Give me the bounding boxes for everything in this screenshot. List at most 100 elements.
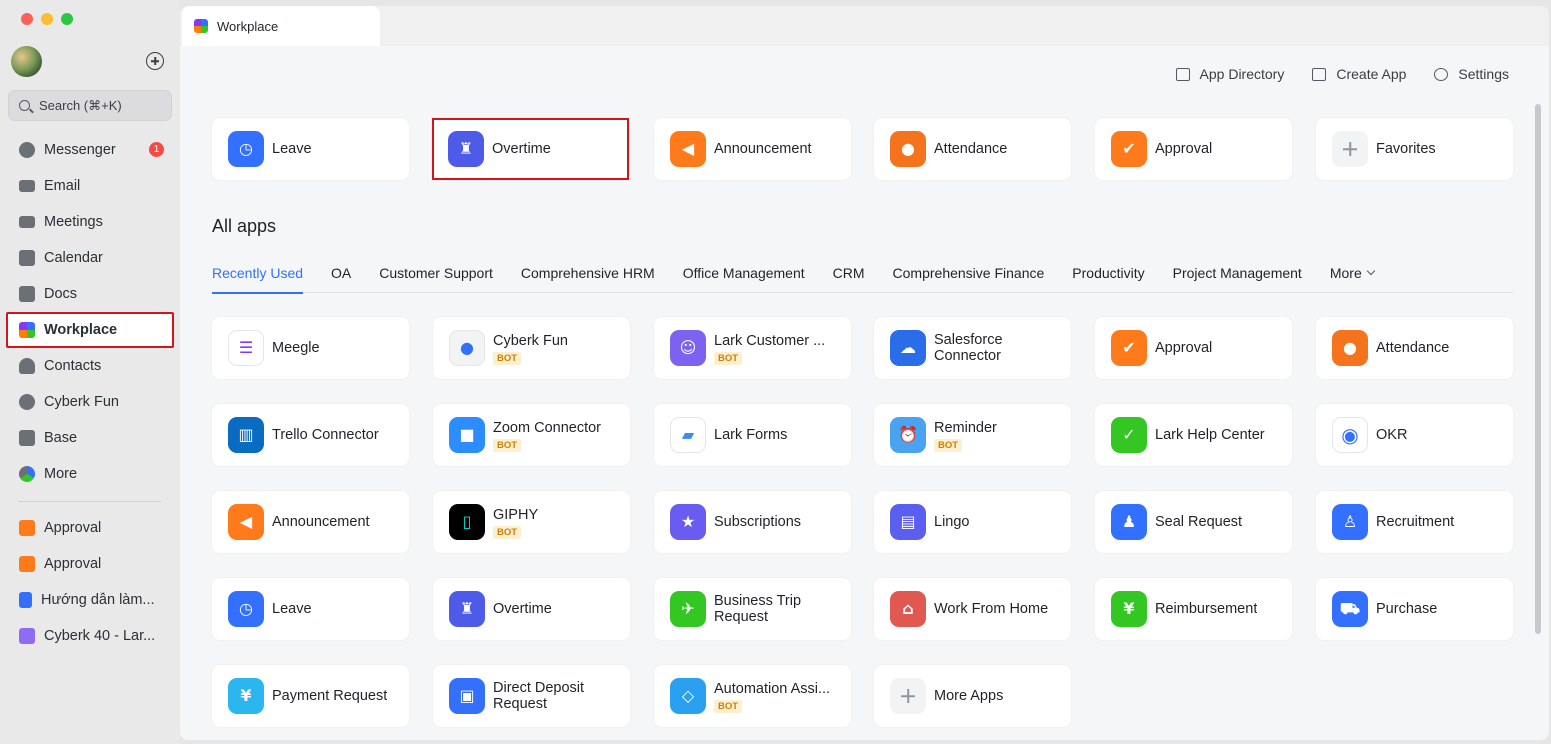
bot-badge: BOT	[934, 438, 963, 452]
favorites-add-button[interactable]: Favorites	[1316, 118, 1513, 180]
app-directory-button[interactable]: App Directory	[1175, 66, 1285, 82]
favorite-app-overtime[interactable]: ♜ Overtime	[432, 118, 629, 180]
app-card-payment-request[interactable]: ¥ Payment Request	[212, 665, 409, 727]
search-input[interactable]: Search (⌘+K)	[8, 90, 172, 121]
sidebar-item-label: Meetings	[44, 214, 103, 230]
app-card-lark-customer[interactable]: ☺ Lark Customer ... BOT	[654, 317, 851, 379]
megaphone-icon: ◀	[670, 131, 706, 167]
more-apps-button[interactable]: More Apps	[874, 665, 1071, 727]
bot-badge: BOT	[493, 351, 522, 365]
approval-check-icon: ✔	[1111, 131, 1147, 167]
gear-icon	[1434, 67, 1449, 81]
app-card-okr[interactable]: ◉ OKR	[1316, 404, 1513, 466]
app-card-giphy[interactable]: ▯ GIPHY BOT	[433, 491, 630, 553]
app-card-work-from-home[interactable]: ⌂ Work From Home	[874, 578, 1071, 640]
close-window-button[interactable]	[21, 13, 33, 25]
app-card-direct-deposit-request[interactable]: ▣ Direct Deposit Request	[433, 665, 630, 727]
app-name: Zoom Connector	[493, 419, 601, 436]
app-card-reminder[interactable]: ⏰ Reminder BOT	[874, 404, 1071, 466]
favorite-app-approval[interactable]: ✔ Approval	[1095, 118, 1292, 180]
app-name: Trello Connector	[272, 427, 379, 443]
minimize-window-button[interactable]	[41, 13, 53, 25]
tab-more[interactable]: More	[1330, 253, 1375, 293]
sidebar-item-base[interactable]: Base	[8, 420, 172, 456]
app-card-reimbursement[interactable]: ¥ Reimbursement	[1095, 578, 1292, 640]
sidebar-item-calendar[interactable]: Calendar	[8, 240, 172, 276]
app-card-leave[interactable]: ◷ Leave	[212, 578, 409, 640]
sidebar-item-label: More	[44, 466, 78, 482]
sidebar-item-messenger[interactable]: Messenger 1	[8, 132, 172, 168]
pinned-item-approval[interactable]: Approval	[8, 510, 172, 546]
app-card-seal-request[interactable]: ♟ Seal Request	[1095, 491, 1292, 553]
settings-button[interactable]: Settings	[1434, 66, 1509, 82]
app-name: Purchase	[1376, 601, 1438, 617]
favorite-app-attendance[interactable]: ● Attendance	[874, 118, 1071, 180]
create-app-button[interactable]: Create App	[1312, 66, 1406, 82]
tab-workplace[interactable]: Workplace	[182, 6, 380, 46]
app-name: Approval	[1155, 141, 1213, 157]
app-name: Automation Assi...	[714, 680, 831, 697]
clock-icon: ◷	[228, 591, 264, 627]
tab-comprehensive-finance[interactable]: Comprehensive Finance	[893, 253, 1045, 293]
app-card-automation-assistant[interactable]: ◇ Automation Assi... BOT	[654, 665, 851, 727]
pinned-item-base[interactable]: Cyberk 40 - Lar...	[8, 618, 172, 654]
sidebar-item-more[interactable]: More	[8, 456, 172, 492]
tab-crm[interactable]: CRM	[833, 253, 865, 293]
app-card-overtime[interactable]: ♜ Overtime	[433, 578, 630, 640]
sidebar-item-label: Messenger	[44, 142, 116, 158]
add-icon[interactable]	[146, 52, 164, 70]
app-card-recruitment[interactable]: ♙ Recruitment	[1316, 491, 1513, 553]
sidebar-item-cyberk-fun[interactable]: Cyberk Fun	[8, 384, 172, 420]
tab-comprehensive-hrm[interactable]: Comprehensive HRM	[521, 253, 655, 293]
bot-badge: BOT	[493, 525, 522, 539]
sidebar-item-docs[interactable]: Docs	[8, 276, 172, 312]
tab-recently-used[interactable]: Recently Used	[212, 253, 304, 294]
tab-office-management[interactable]: Office Management	[683, 253, 805, 293]
app-card-announcement[interactable]: ◀ Announcement	[212, 491, 409, 553]
app-card-business-trip-request[interactable]: ✈ Business Trip Request	[654, 578, 851, 640]
app-card-attendance[interactable]: ● Attendance	[1316, 317, 1513, 379]
cart-icon: ⛟	[1332, 591, 1368, 627]
app-card-subscriptions[interactable]: ★ Subscriptions	[654, 491, 851, 553]
app-card-cyberk-fun[interactable]: ● Cyberk Fun BOT	[433, 317, 630, 379]
app-card-lark-help-center[interactable]: ✓ Lark Help Center	[1095, 404, 1292, 466]
sidebar-item-meetings[interactable]: Meetings	[8, 204, 172, 240]
pinned-item-doc[interactable]: Hướng dẫn làm...	[8, 582, 172, 618]
app-card-trello-connector[interactable]: ▥ Trello Connector	[212, 404, 409, 466]
app-name: Announcement	[272, 514, 370, 530]
tab-customer-support[interactable]: Customer Support	[379, 253, 493, 293]
app-card-purchase[interactable]: ⛟ Purchase	[1316, 578, 1513, 640]
sidebar-item-email[interactable]: Email	[8, 168, 172, 204]
app-card-lingo[interactable]: ▤ Lingo	[874, 491, 1071, 553]
app-name: Attendance	[1376, 340, 1450, 356]
tab-productivity[interactable]: Productivity	[1072, 253, 1144, 293]
favorite-app-leave[interactable]: ◷ Leave	[212, 118, 409, 180]
category-tabs: Recently Used OA Customer Support Compre…	[212, 253, 1513, 294]
pinned-item-label: Cyberk 40 - Lar...	[44, 628, 156, 644]
workplace-content: App Directory Create App Settings ◷ Leav…	[180, 46, 1549, 740]
tab-oa[interactable]: OA	[331, 253, 351, 293]
favorite-app-announcement[interactable]: ◀ Announcement	[654, 118, 851, 180]
app-card-lark-forms[interactable]: ▰ Lark Forms	[654, 404, 851, 466]
sidebar-item-contacts[interactable]: Contacts	[8, 348, 172, 384]
automation-icon: ◇	[670, 678, 706, 714]
app-name: Subscriptions	[714, 514, 802, 530]
sidebar-item-workplace[interactable]: Workplace	[6, 312, 174, 348]
search-icon	[19, 100, 30, 111]
app-card-salesforce-connector[interactable]: ☁ Salesforce Connector	[874, 317, 1071, 379]
app-name: Attendance	[934, 141, 1008, 157]
avatar[interactable]	[11, 46, 42, 77]
maximize-window-button[interactable]	[61, 13, 73, 25]
scrollbar[interactable]	[1535, 104, 1541, 634]
pinned-item-approval[interactable]: Approval	[8, 546, 172, 582]
tab-project-management[interactable]: Project Management	[1173, 253, 1302, 293]
pinned-item-label: Approval	[44, 520, 102, 536]
app-name: Direct Deposit Request	[493, 680, 585, 712]
calendar-icon	[19, 250, 35, 266]
app-card-approval[interactable]: ✔ Approval	[1095, 317, 1292, 379]
location-pin-icon: ●	[1332, 330, 1368, 366]
app-directory-label: App Directory	[1199, 66, 1285, 82]
app-card-zoom-connector[interactable]: ■ Zoom Connector BOT	[433, 404, 630, 466]
app-card-meegle[interactable]: ☰ Meegle	[212, 317, 409, 379]
plus-icon	[1332, 131, 1368, 167]
